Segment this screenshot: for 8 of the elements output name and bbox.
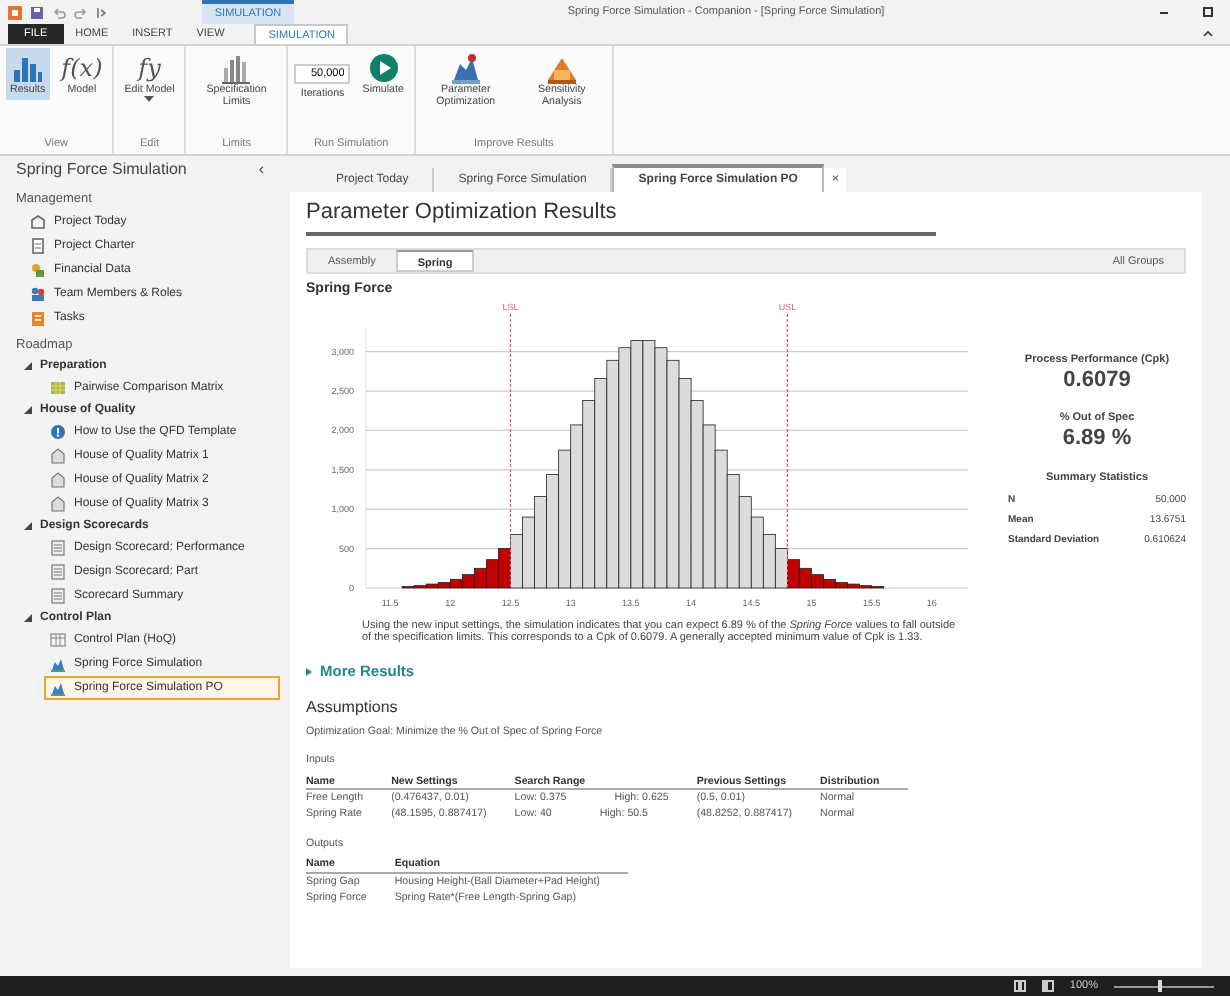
function-icon: f(x) (61, 52, 103, 84)
collapse-button[interactable]: ‹ (258, 156, 264, 184)
page-title: Parameter Optimization Results (306, 200, 936, 236)
metric-value: 0.6079 (1061, 367, 1133, 395)
metric-value: 6.89 % (1060, 426, 1134, 454)
sidebar-title: Spring Force Simulation (16, 158, 187, 182)
section-heading: Assumptions (306, 697, 400, 718)
function-icon: fy (138, 52, 161, 84)
